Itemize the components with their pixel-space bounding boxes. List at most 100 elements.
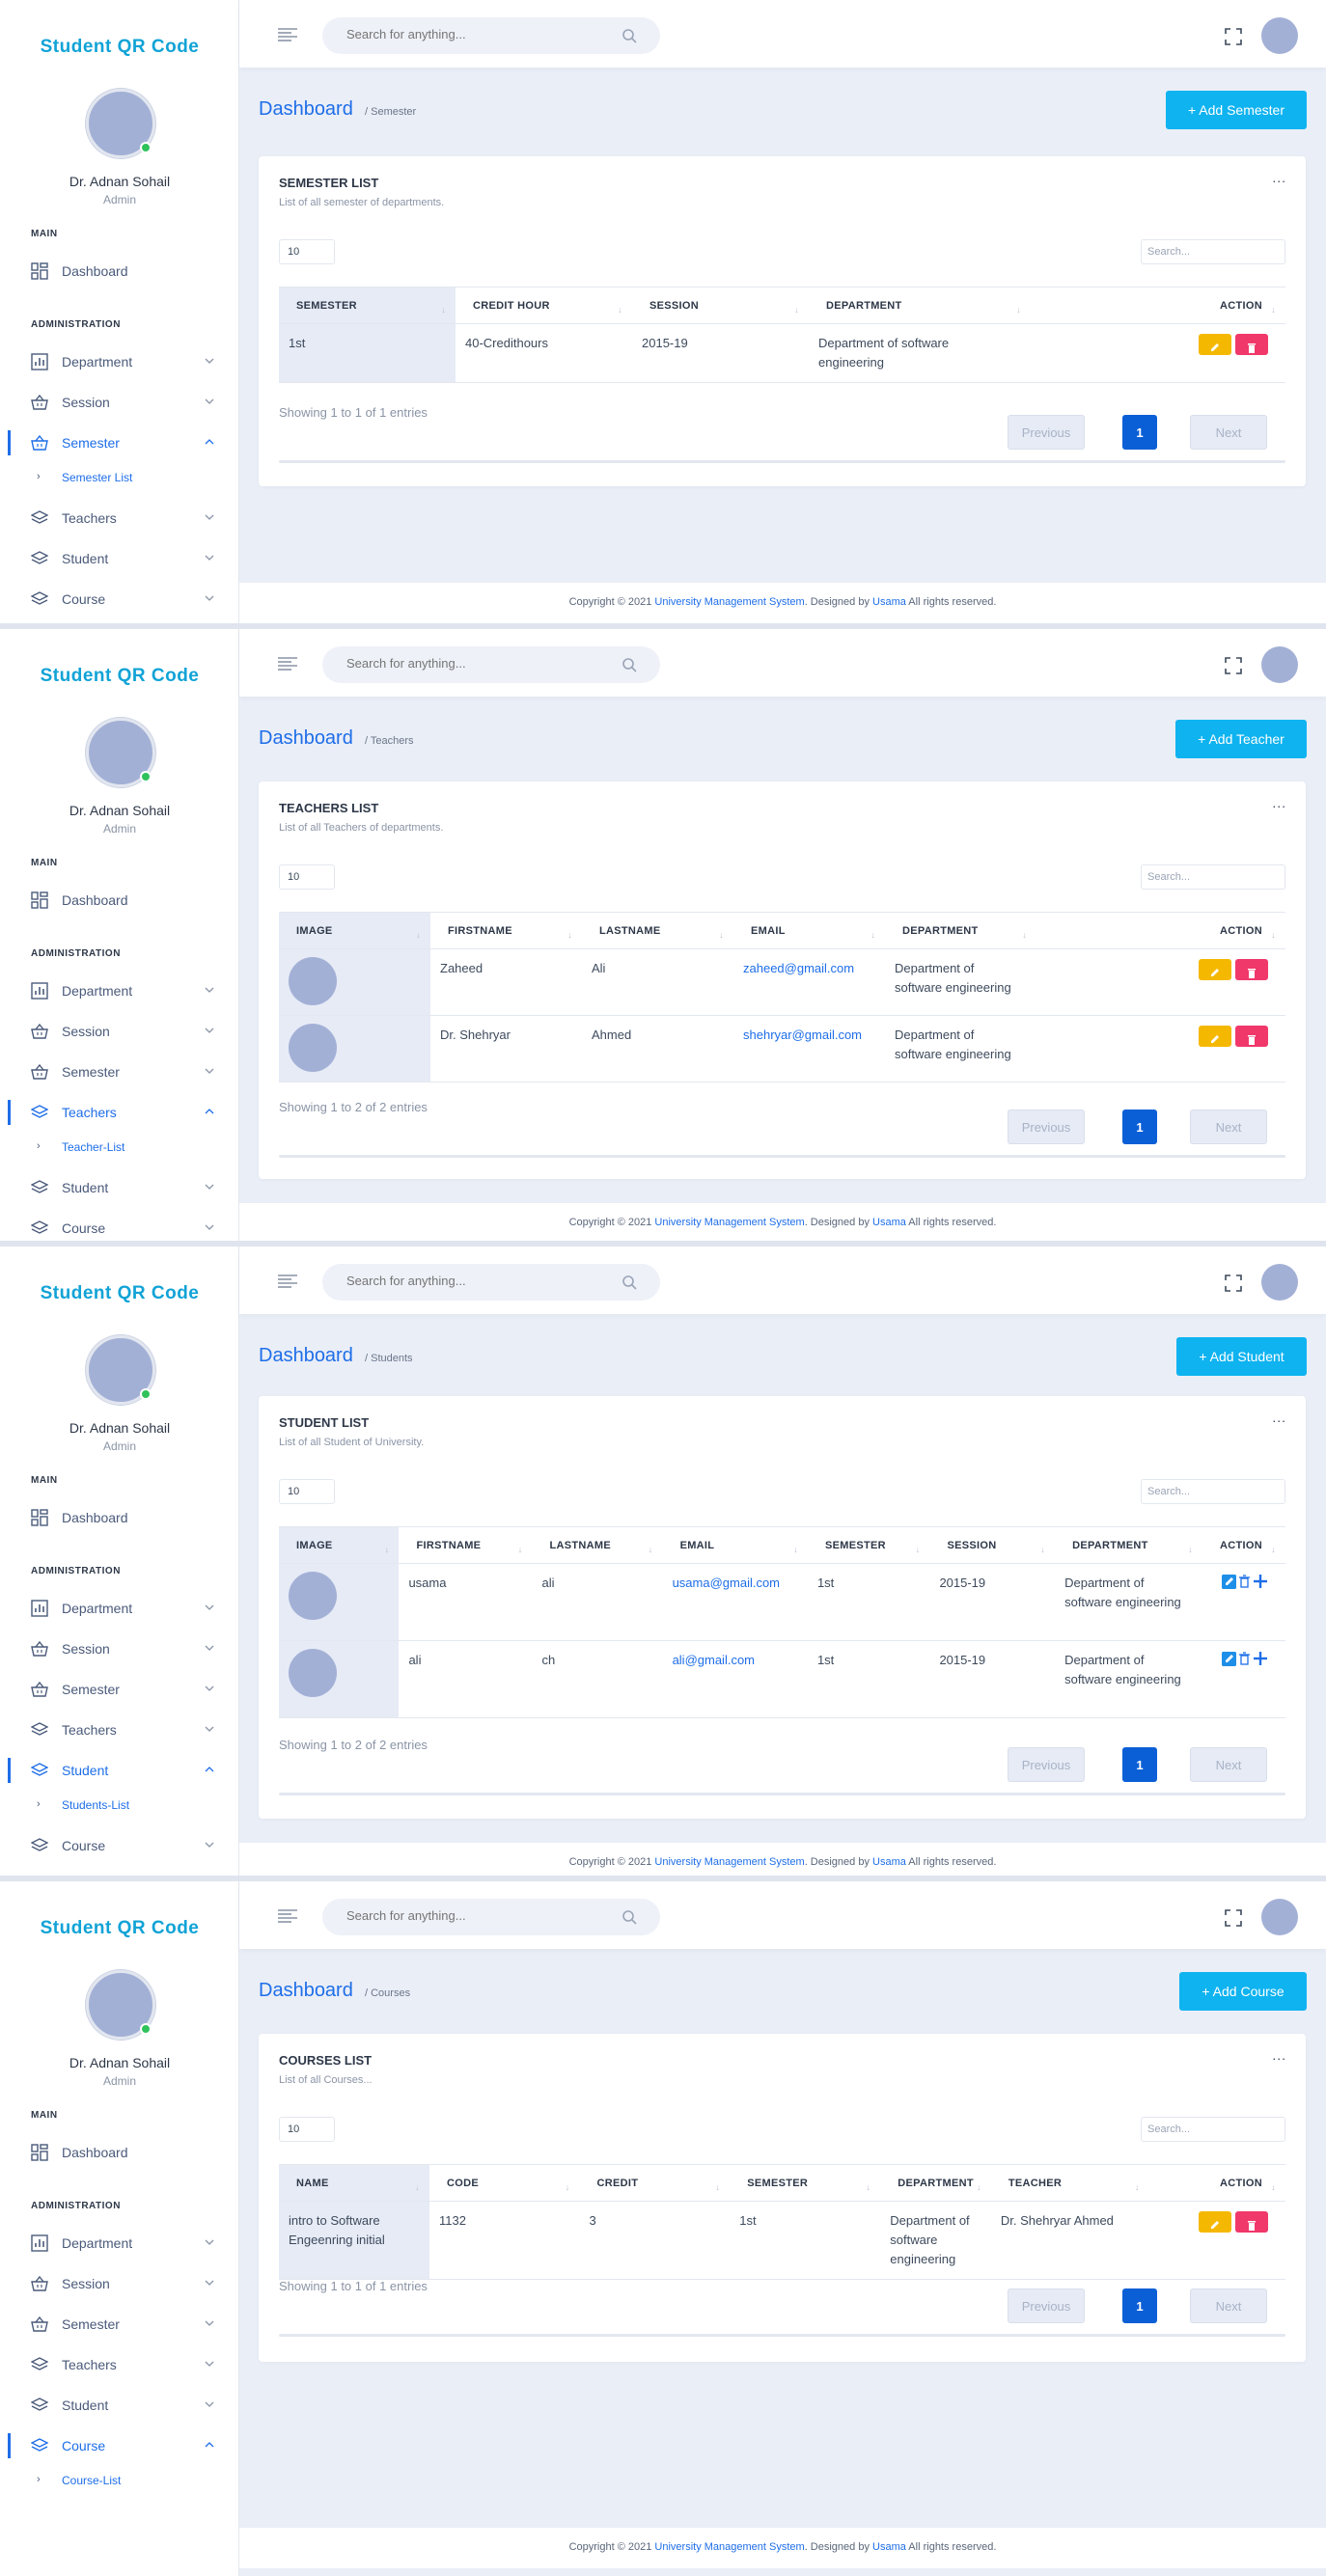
trash-icon[interactable]: [1238, 1574, 1251, 1589]
sidebar-subitem-list[interactable]: › Teacher-List: [0, 1138, 239, 1156]
column-header[interactable]: CODE ↓: [428, 2164, 580, 2202]
menu-toggle-icon[interactable]: [278, 27, 297, 42]
search-input[interactable]: [346, 656, 617, 671]
sidebar-item-department[interactable]: Department: [0, 2231, 239, 2256]
sidebar-item-session[interactable]: Session: [0, 390, 239, 415]
column-header[interactable]: LASTNAME ↓: [532, 1526, 663, 1564]
sidebar-item-course[interactable]: Course: [0, 2433, 239, 2458]
more-options-icon[interactable]: ...: [1272, 795, 1286, 810]
sidebar-item-session[interactable]: Session: [0, 2271, 239, 2296]
column-header[interactable]: FIRSTNAME ↓: [399, 1526, 533, 1564]
sidebar-item-dashboard[interactable]: Dashboard: [0, 888, 239, 913]
previous-page-button[interactable]: Previous: [1008, 1110, 1085, 1144]
email-link[interactable]: zaheed@gmail.com: [743, 961, 854, 975]
column-header-action[interactable]: ACTION ↓: [1036, 912, 1285, 949]
horizontal-scrollbar[interactable]: [279, 1155, 1285, 1158]
fullscreen-icon[interactable]: [1225, 1909, 1242, 1927]
delete-button[interactable]: [1235, 959, 1268, 980]
table-row[interactable]: 1st 40-Credithours 2015-19 Department of so…: [279, 323, 1285, 383]
delete-button[interactable]: [1235, 334, 1268, 355]
sidebar-subitem-list[interactable]: › Course-List: [0, 2472, 239, 2489]
footer-link-ums[interactable]: University Management System: [654, 1217, 804, 1228]
brand-logo-text[interactable]: Student QR Code: [0, 666, 239, 687]
table-search-input[interactable]: Search...: [1141, 864, 1285, 890]
menu-toggle-icon[interactable]: [278, 1908, 297, 1924]
column-header[interactable]: SEMESTER ↓: [730, 2164, 881, 2202]
column-header-action[interactable]: ACTION ↓: [1202, 1526, 1285, 1564]
next-page-button[interactable]: Next: [1190, 415, 1267, 450]
page-length-select[interactable]: 10: [279, 864, 335, 890]
add-button[interactable]: + Add Semester: [1166, 91, 1307, 129]
user-avatar[interactable]: [86, 1970, 155, 2040]
page-length-select[interactable]: 10: [279, 1479, 335, 1504]
sidebar-item-semester[interactable]: Semester: [0, 2312, 239, 2337]
edit-icon[interactable]: [1222, 1651, 1236, 1666]
plus-icon[interactable]: [1253, 1574, 1268, 1589]
sidebar-item-dashboard[interactable]: Dashboard: [0, 1505, 239, 1530]
horizontal-scrollbar[interactable]: [279, 460, 1285, 463]
sidebar-item-course[interactable]: Course: [0, 1833, 239, 1858]
sidebar-item-teachers[interactable]: Teachers: [0, 506, 239, 531]
column-header[interactable]: IMAGE ↓: [279, 912, 430, 949]
table-search-input[interactable]: Search...: [1141, 239, 1285, 264]
sidebar-item-student[interactable]: Student: [0, 546, 239, 571]
column-header[interactable]: EMAIL ↓: [733, 912, 885, 949]
add-button[interactable]: + Add Course: [1179, 1972, 1307, 2011]
edit-button[interactable]: [1199, 1026, 1231, 1047]
brand-logo-text[interactable]: Student QR Code: [0, 1283, 239, 1304]
search-icon[interactable]: [622, 657, 637, 672]
brand-logo-text[interactable]: Student QR Code: [0, 37, 239, 58]
column-header[interactable]: NAME ↓: [279, 2164, 429, 2202]
footer-link-designer[interactable]: Usama: [872, 1217, 906, 1228]
column-header[interactable]: DEPARTMENT ↓: [880, 2164, 991, 2202]
page-length-select[interactable]: 10: [279, 239, 335, 264]
plus-icon[interactable]: [1253, 1651, 1268, 1666]
sidebar-item-dashboard[interactable]: Dashboard: [0, 259, 239, 284]
profile-avatar[interactable]: [1261, 17, 1298, 54]
sidebar-subitem-list[interactable]: › Semester List: [0, 469, 239, 486]
sidebar-item-dashboard[interactable]: Dashboard: [0, 2140, 239, 2165]
page-1-button[interactable]: 1: [1122, 415, 1157, 450]
sidebar-item-department[interactable]: Department: [0, 978, 239, 1003]
profile-avatar[interactable]: [1261, 1899, 1298, 1935]
profile-avatar[interactable]: [1261, 1264, 1298, 1301]
user-avatar[interactable]: [86, 89, 155, 158]
page-length-select[interactable]: 10: [279, 2117, 335, 2142]
column-header[interactable]: DEPARTMENT ↓: [809, 287, 1031, 324]
footer-link-ums[interactable]: University Management System: [654, 596, 804, 608]
sidebar-item-teachers[interactable]: Teachers: [0, 1717, 239, 1742]
more-options-icon[interactable]: ...: [1272, 1410, 1286, 1425]
search-input[interactable]: [346, 1908, 617, 1923]
edit-icon[interactable]: [1222, 1574, 1236, 1589]
page-1-button[interactable]: 1: [1122, 2288, 1157, 2323]
column-header[interactable]: TEACHER ↓: [990, 2164, 1149, 2202]
column-header[interactable]: SEMESTER ↓: [807, 1526, 930, 1564]
sidebar-item-teachers[interactable]: Teachers: [0, 2352, 239, 2377]
horizontal-scrollbar[interactable]: [279, 1793, 1285, 1795]
column-header[interactable]: EMAIL ↓: [662, 1526, 808, 1564]
edit-button[interactable]: [1199, 2211, 1231, 2233]
brand-logo-text[interactable]: Student QR Code: [0, 1918, 239, 1939]
email-link[interactable]: ali@gmail.com: [673, 1653, 755, 1667]
more-options-icon[interactable]: ...: [1272, 170, 1286, 185]
search-icon[interactable]: [622, 1274, 637, 1290]
more-options-icon[interactable]: ...: [1272, 2047, 1286, 2063]
search-icon[interactable]: [622, 1909, 637, 1925]
search-icon[interactable]: [622, 28, 637, 43]
table-row[interactable]: ali ch ali@gmail.com 1st 2015-19 Department o…: [279, 1640, 1285, 1718]
table-search-input[interactable]: Search...: [1141, 2117, 1285, 2142]
sidebar-item-semester[interactable]: Semester: [0, 1677, 239, 1702]
user-avatar[interactable]: [86, 1335, 155, 1405]
sidebar-item-student[interactable]: Student: [0, 1758, 239, 1783]
edit-button[interactable]: [1199, 334, 1231, 355]
table-row[interactable]: Dr. Shehryar Ahmed shehryar@gmail.com Depar…: [279, 1015, 1285, 1082]
next-page-button[interactable]: Next: [1190, 2288, 1267, 2323]
menu-toggle-icon[interactable]: [278, 1274, 297, 1289]
sidebar-item-course[interactable]: Course: [0, 1216, 239, 1241]
column-header[interactable]: LASTNAME ↓: [582, 912, 733, 949]
email-link[interactable]: shehryar@gmail.com: [743, 1028, 862, 1042]
sidebar-item-semester[interactable]: Semester: [0, 430, 239, 455]
breadcrumb[interactable]: / Teachers: [365, 735, 414, 747]
footer-link-designer[interactable]: Usama: [872, 596, 906, 608]
table-search-input[interactable]: Search...: [1141, 1479, 1285, 1504]
